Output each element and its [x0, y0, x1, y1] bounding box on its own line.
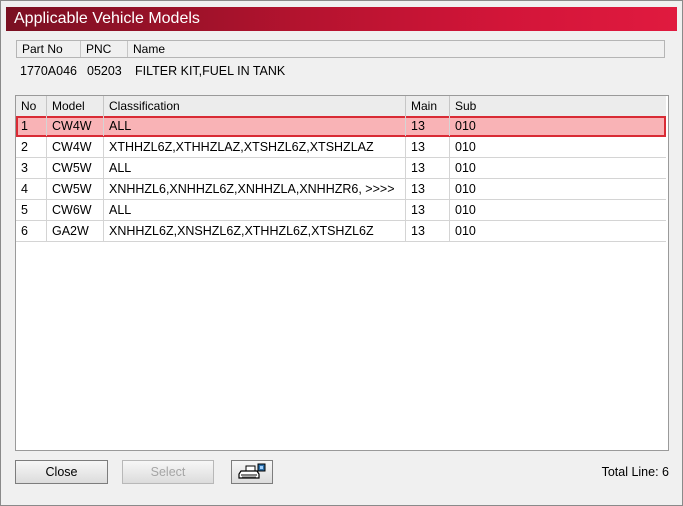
cell-no: 6 — [16, 221, 47, 241]
table-header: No Model Classification Main Sub — [16, 96, 666, 117]
cell-model: CW4W — [47, 137, 104, 157]
cell-model: CW6W — [47, 200, 104, 220]
cell-no: 1 — [16, 116, 47, 136]
cell-main: 13 — [406, 116, 450, 136]
column-header-sub[interactable]: Sub — [450, 96, 666, 116]
cell-main: 13 — [406, 179, 450, 199]
part-info-header: Part No PNC Name — [16, 40, 665, 58]
cell-sub: 010 — [455, 203, 476, 217]
cell-classification: XTHHZL6Z,XTHHZLAZ,XTSHZL6Z,XTSHZLAZ — [104, 137, 406, 157]
cell-model: CW5W — [47, 179, 104, 199]
window-title: Applicable Vehicle Models — [6, 7, 677, 31]
column-header-classification[interactable]: Classification — [104, 96, 406, 116]
part-no-header: Part No — [17, 41, 81, 57]
column-header-no[interactable]: No — [16, 96, 47, 116]
select-button[interactable]: Select — [122, 460, 214, 484]
table-row[interactable]: 2 CW4W XTHHZL6Z,XTHHZLAZ,XTSHZL6Z,XTSHZL… — [16, 137, 666, 158]
cell-sub: 010 — [455, 119, 476, 133]
cell-sub: 010 — [455, 161, 476, 175]
pnc-header: PNC — [81, 41, 128, 57]
applicable-vehicle-models-window: Applicable Vehicle Models Part No PNC Na… — [0, 0, 683, 506]
table-row[interactable]: 5 CW6W ALL 13 010 — [16, 200, 666, 221]
cell-no: 4 — [16, 179, 47, 199]
part-no-value: 1770A046 — [20, 64, 78, 78]
name-value: FILTER KIT,FUEL IN TANK — [135, 64, 286, 78]
cell-sub: 010 — [455, 140, 476, 154]
column-header-model[interactable]: Model — [47, 96, 104, 116]
cell-no: 5 — [16, 200, 47, 220]
cell-classification: ALL — [104, 200, 406, 220]
cell-no: 2 — [16, 137, 47, 157]
cell-classification: XNHHZL6Z,XNSHZL6Z,XTHHZL6Z,XTSHZL6Z — [104, 221, 406, 241]
cell-classification: XNHHZL6,XNHHZL6Z,XNHHZLA,XNHHZR6, >>>> — [104, 179, 406, 199]
column-header-main[interactable]: Main — [406, 96, 450, 116]
cell-model: CW5W — [47, 158, 104, 178]
table-row[interactable]: 1 CW4W ALL 13 010 — [16, 116, 666, 137]
cell-main: 13 — [406, 158, 450, 178]
vehicle-models-table[interactable]: No Model Classification Main Sub 1 CW4W … — [15, 95, 669, 451]
table-row[interactable]: 4 CW5W XNHHZL6,XNHHZL6Z,XNHHZLA,XNHHZR6,… — [16, 179, 666, 200]
cell-main: 13 — [406, 137, 450, 157]
print-button[interactable] — [231, 460, 273, 484]
cell-main: 13 — [406, 200, 450, 220]
printer-icon — [238, 463, 266, 484]
table-row[interactable]: 6 GA2W XNHHZL6Z,XNSHZL6Z,XTHHZL6Z,XTSHZL… — [16, 221, 666, 242]
name-header: Name — [133, 42, 166, 56]
table-row[interactable]: 3 CW5W ALL 13 010 — [16, 158, 666, 179]
cell-model: CW4W — [47, 116, 104, 136]
cell-classification: ALL — [104, 158, 406, 178]
cell-model: GA2W — [47, 221, 104, 241]
cell-classification: ALL — [104, 116, 406, 136]
cell-main: 13 — [406, 221, 450, 241]
cell-sub: 010 — [455, 182, 476, 196]
part-info-row: 1770A046 05203 FILTER KIT,FUEL IN TANK — [16, 61, 665, 81]
cell-sub: 010 — [455, 224, 476, 238]
cell-no: 3 — [16, 158, 47, 178]
close-button[interactable]: Close — [15, 460, 108, 484]
pnc-value: 05203 — [87, 64, 122, 78]
total-line-label: Total Line: 6 — [601, 465, 669, 479]
